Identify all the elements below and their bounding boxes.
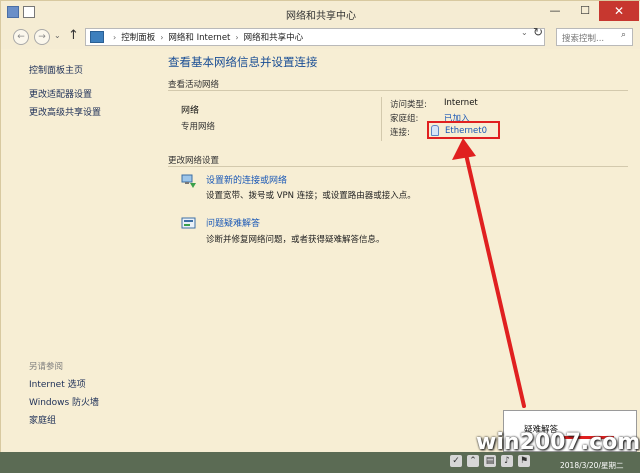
back-button[interactable]: ← [13, 29, 29, 45]
breadcrumb-separator: › [235, 32, 239, 42]
breadcrumb-network-internet[interactable]: 网络和 Internet [168, 31, 230, 43]
sidebar-item-windows-firewall[interactable]: Windows 防火墙 [29, 395, 99, 408]
address-bar: ← → ⌄ ↑ › 控制面板 › 网络和 Internet › 网络和共享中心 … [1, 25, 640, 49]
breadcrumb-separator: › [113, 32, 117, 42]
content-area: 控制面板主页 更改适配器设置 更改高级共享设置 另请参阅 Internet 选项… [1, 49, 640, 453]
change-settings-heading: 更改网络设置 [168, 156, 220, 166]
flag-icon[interactable]: ⚑ [518, 455, 530, 467]
troubleshoot-link[interactable]: 问题疑难解答 [206, 216, 260, 229]
page-title: 查看基本网络信息并设置连接 [168, 55, 318, 69]
access-type-value: Internet [444, 98, 478, 108]
watermark: win2007.com [476, 430, 640, 455]
chevron-up-icon[interactable]: ⌃ [467, 455, 479, 467]
highlight-box [427, 121, 500, 139]
setup-new-connection-desc: 设置宽带、拨号或 VPN 连接；或设置路由器或接入点。 [206, 191, 416, 201]
sidebar-item-advanced-sharing[interactable]: 更改高级共享设置 [29, 105, 101, 118]
close-button[interactable]: ✕ [599, 1, 639, 21]
network-name: 网络 [181, 106, 200, 116]
troubleshoot-desc: 诊断并修复网络问题，或者获得疑难解答信息。 [206, 235, 385, 245]
taskbar: ✓ ⌃ ▤ ♪ ⚑ 2018/3/20/星期二 [0, 452, 640, 473]
volume-icon[interactable]: ♪ [501, 455, 513, 467]
divider [168, 90, 628, 91]
network-type: 专用网络 [181, 122, 216, 132]
control-panel-icon [90, 31, 104, 43]
see-also-heading: 另请参阅 [29, 362, 64, 372]
breadcrumb-network-sharing-center[interactable]: 网络和共享中心 [244, 31, 304, 43]
sidebar-item-internet-options[interactable]: Internet 选项 [29, 377, 86, 390]
address-dropdown-icon[interactable]: ⌄ [521, 28, 528, 37]
breadcrumb-control-panel[interactable]: 控制面板 [121, 31, 155, 43]
maximize-button[interactable]: ☐ [571, 1, 599, 21]
main-panel: 查看基本网络信息并设置连接 查看活动网络 网络 专用网络 访问类型: Inter… [168, 49, 638, 453]
security-icon[interactable]: ✓ [450, 455, 462, 467]
setup-new-connection-link[interactable]: 设置新的连接或网络 [206, 173, 287, 186]
network-sharing-window: 网络和共享中心 — ☐ ✕ ← → ⌄ ↑ › 控制面板 › 网络和 Inter… [0, 0, 640, 473]
system-tray: ✓ ⌃ ▤ ♪ ⚑ [450, 455, 530, 467]
connection-label: 连接: [390, 128, 410, 138]
homegroup-label: 家庭组: [390, 114, 419, 124]
sidebar-item-homegroup[interactable]: 家庭组 [29, 413, 56, 426]
divider [381, 97, 382, 141]
history-dropdown-icon[interactable]: ⌄ [54, 31, 61, 40]
breadcrumb[interactable]: › 控制面板 › 网络和 Internet › 网络和共享中心 [85, 28, 545, 46]
active-networks-heading: 查看活动网络 [168, 80, 220, 90]
new-connection-icon [181, 174, 196, 188]
divider [168, 166, 628, 167]
sidebar: 控制面板主页 更改适配器设置 更改高级共享设置 另请参阅 Internet 选项… [1, 49, 156, 453]
refresh-icon[interactable]: ↻ [533, 25, 543, 39]
up-button[interactable]: ↑ [68, 28, 79, 43]
access-type-label: 访问类型: [390, 100, 427, 110]
forward-button[interactable]: → [34, 29, 50, 45]
network-icon[interactable]: ▤ [484, 455, 496, 467]
title-bar: 网络和共享中心 — ☐ ✕ [1, 1, 640, 25]
sidebar-item-adapter-settings[interactable]: 更改适配器设置 [29, 87, 92, 100]
sidebar-item-control-panel-home[interactable]: 控制面板主页 [29, 63, 83, 76]
search-icon[interactable]: ⌕ [621, 30, 626, 40]
breadcrumb-separator: › [160, 32, 164, 42]
troubleshoot-icon [181, 217, 196, 229]
taskbar-clock[interactable]: 2018/3/20/星期二 [560, 460, 623, 471]
minimize-button[interactable]: — [541, 1, 569, 21]
